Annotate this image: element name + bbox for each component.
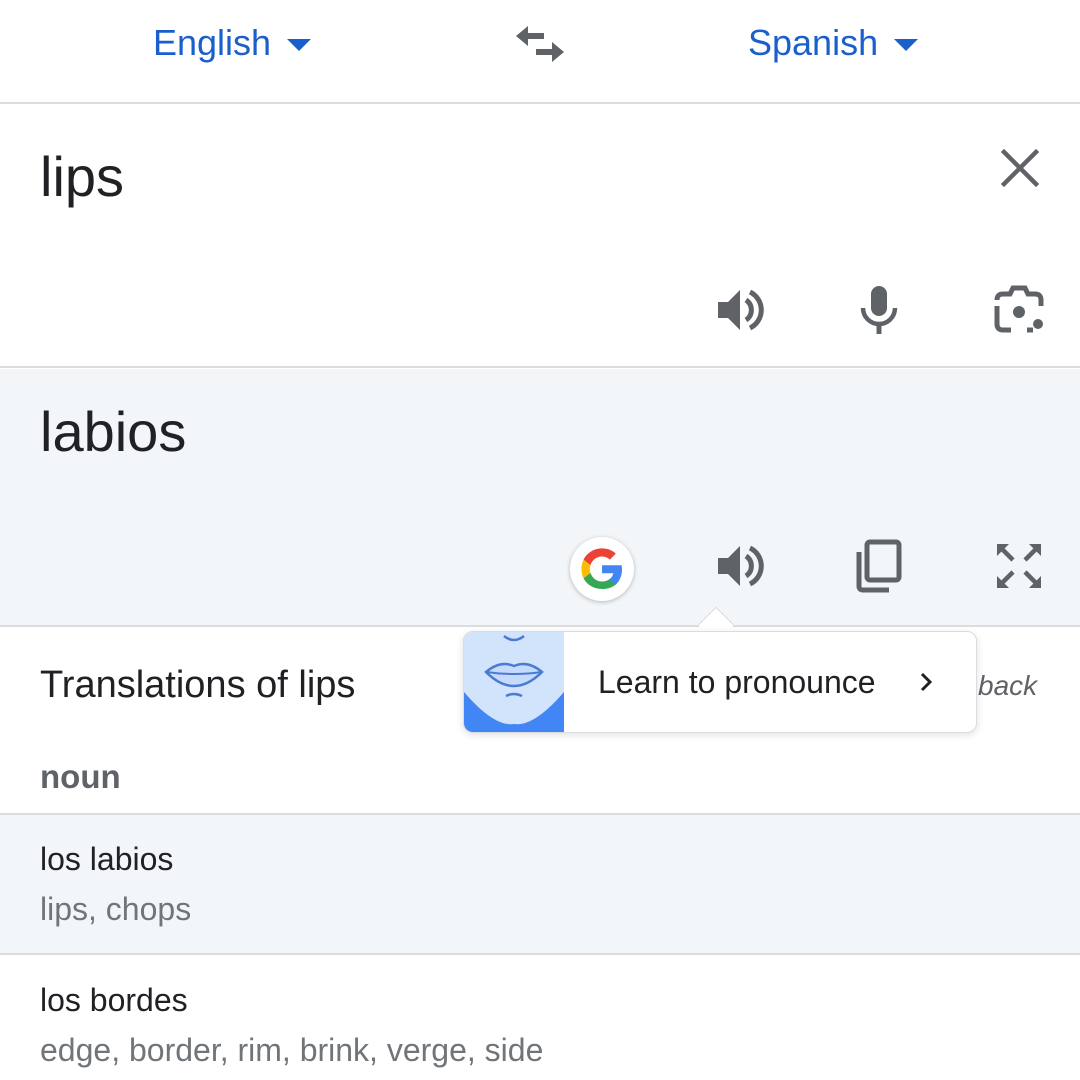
swap-languages-icon[interactable] [512,22,568,66]
voice-input-button[interactable] [849,280,909,340]
target-language-selector[interactable]: Spanish [748,18,919,68]
learn-to-pronounce-label: Learn to pronounce [598,664,876,700]
part-of-speech-label: noun [40,758,121,795]
close-icon[interactable] [996,144,1044,192]
fullscreen-button[interactable] [989,536,1049,596]
microphone-icon [860,286,898,334]
list-item[interactable]: los bordes edge, border, rim, brink, ver… [0,955,1080,1080]
source-language-label: English [153,22,272,63]
mouth-illustration-icon [464,632,564,732]
translated-text: labios [40,400,187,463]
source-text[interactable]: lips [40,144,124,209]
feedback-link[interactable]: back [978,670,1037,702]
translation-synonyms: edge, border, rim, brink, verge, side [40,1032,544,1068]
google-logo-icon [581,548,622,589]
translation-listen-button[interactable] [710,536,770,596]
speaker-icon [718,545,764,587]
chevron-down-icon [894,39,919,51]
google-search-button[interactable] [570,537,634,601]
camera-translate-button[interactable] [989,280,1049,340]
target-language-label: Spanish [748,22,879,63]
chevron-down-icon [287,39,312,51]
translation-word: los bordes [40,982,188,1018]
translation-result-area: labios [0,369,1080,627]
speaker-icon [718,289,764,331]
translation-word: los labios [40,841,174,877]
list-item[interactable]: los labios lips, chops [0,813,1080,955]
translations-heading: Translations of lips [40,664,356,706]
source-listen-button[interactable] [710,280,770,340]
source-text-area[interactable]: lips [0,106,1080,368]
source-language-selector[interactable]: English [153,18,312,68]
copy-icon [856,539,902,593]
copy-translation-button[interactable] [849,536,909,596]
chevron-right-icon [920,672,933,692]
fullscreen-icon [997,544,1041,588]
camera-icon [994,285,1044,333]
language-bar: English Spanish [0,0,1080,104]
learn-to-pronounce-card[interactable]: Learn to pronounce [463,631,977,733]
translation-synonyms: lips, chops [40,891,192,927]
